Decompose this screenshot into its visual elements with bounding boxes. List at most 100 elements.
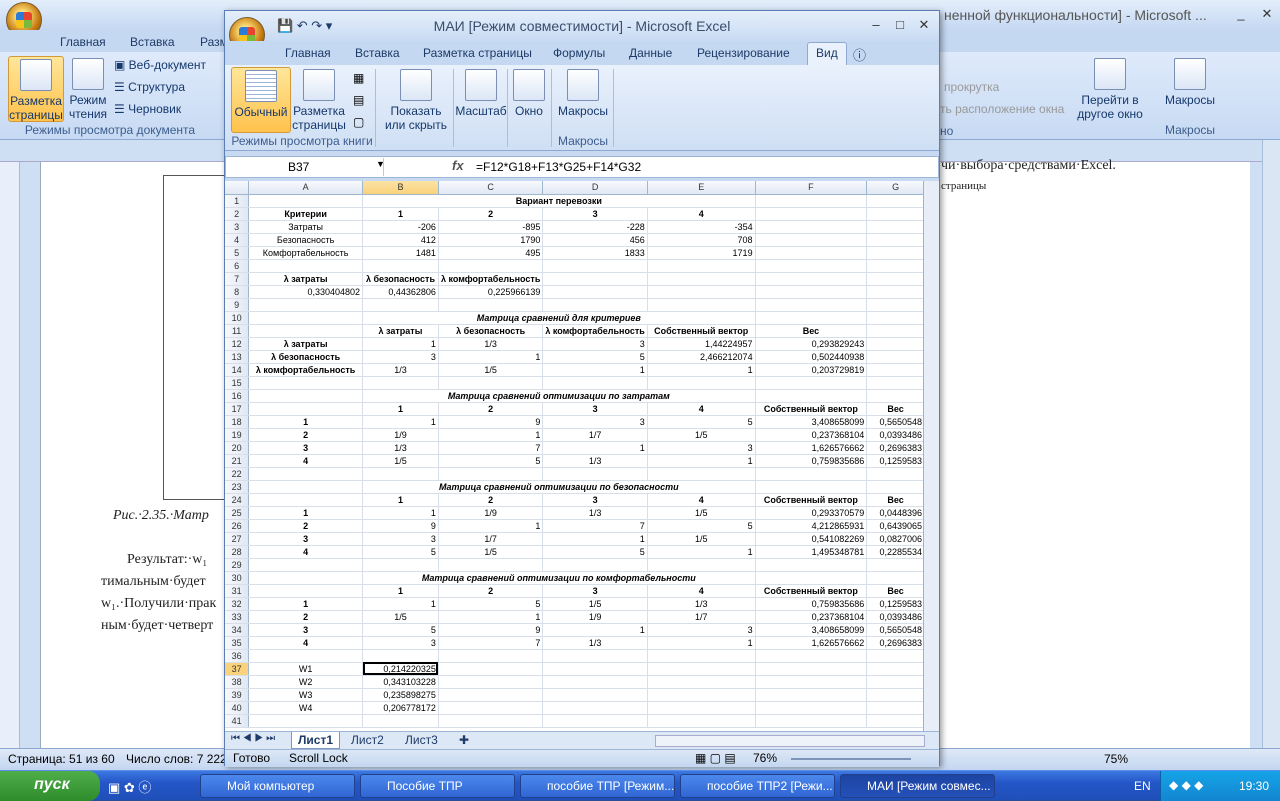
cell[interactable]: 0,330404802 xyxy=(248,285,363,299)
row-header[interactable]: 17 xyxy=(225,402,250,416)
cell[interactable] xyxy=(542,376,648,390)
cell[interactable]: 0,541082269 xyxy=(755,532,868,546)
cell[interactable]: 1/7 xyxy=(542,428,648,442)
cell[interactable]: Безопасность xyxy=(248,233,363,247)
cell[interactable]: 0,203729819 xyxy=(755,363,868,377)
cell[interactable]: λ затраты xyxy=(248,272,363,286)
row-header[interactable]: 35 xyxy=(225,636,250,650)
tab-review[interactable]: Рецензирование xyxy=(697,46,790,60)
row-header[interactable]: 29 xyxy=(225,558,250,572)
cell[interactable]: 2 xyxy=(438,402,544,416)
page-layout-view-button[interactable]: Разметка страницы xyxy=(291,69,347,133)
cell[interactable] xyxy=(866,571,925,585)
cell[interactable] xyxy=(248,480,363,494)
cell[interactable]: 1/9 xyxy=(362,428,439,442)
cell[interactable] xyxy=(755,298,868,312)
row-header[interactable]: 21 xyxy=(225,454,250,468)
row-header[interactable]: 36 xyxy=(225,649,250,663)
sheet-tab-2[interactable]: Лист2 xyxy=(345,732,390,749)
cell[interactable] xyxy=(647,714,756,728)
cell[interactable] xyxy=(866,337,925,351)
cell[interactable]: 1 xyxy=(542,363,648,377)
row-header[interactable]: 10 xyxy=(225,311,250,325)
word-reading-view-button[interactable]: Режим чтения xyxy=(66,58,110,122)
cell[interactable] xyxy=(866,272,925,286)
cell[interactable] xyxy=(755,207,868,221)
cell[interactable]: -228 xyxy=(542,220,648,234)
cell[interactable] xyxy=(362,649,439,663)
cell[interactable] xyxy=(866,259,925,273)
cell[interactable] xyxy=(866,207,925,221)
full-screen-icon[interactable]: ▢ xyxy=(353,115,364,129)
cell[interactable] xyxy=(866,311,925,325)
cell[interactable]: 3 xyxy=(542,402,648,416)
word-switch-window-button[interactable]: Перейти в другое окно xyxy=(1070,58,1150,122)
clock[interactable]: 19:30 xyxy=(1239,779,1269,793)
cell[interactable]: 0,2696383 xyxy=(866,441,925,455)
cell[interactable]: 1 xyxy=(438,428,544,442)
row-header[interactable]: 41 xyxy=(225,714,250,728)
cell[interactable] xyxy=(248,311,363,325)
cell[interactable] xyxy=(438,376,544,390)
cell[interactable] xyxy=(866,298,925,312)
row-header[interactable]: 37 xyxy=(225,662,250,676)
row-header[interactable]: 13 xyxy=(225,350,250,364)
cell[interactable] xyxy=(647,649,756,663)
cell[interactable]: 0,235898275 xyxy=(362,688,439,702)
cell[interactable] xyxy=(542,298,648,312)
row-header[interactable]: 2 xyxy=(225,207,250,221)
cell[interactable] xyxy=(755,649,868,663)
cell[interactable]: 1/7 xyxy=(647,610,756,624)
tab-insert[interactable]: Вставка xyxy=(355,46,400,60)
cell[interactable]: 0,225966139 xyxy=(438,285,544,299)
cell[interactable] xyxy=(248,649,363,663)
cell[interactable]: Матрица сравнений для критериев xyxy=(362,311,756,325)
cell[interactable] xyxy=(248,558,363,572)
cell[interactable]: 1 xyxy=(647,636,756,650)
cell[interactable] xyxy=(647,376,756,390)
word-macros-button[interactable]: Макросы xyxy=(1160,58,1220,122)
cell[interactable] xyxy=(647,688,756,702)
cell[interactable]: 3 xyxy=(362,636,439,650)
row-header[interactable]: 11 xyxy=(225,324,250,338)
cell[interactable]: 4 xyxy=(248,545,363,559)
cell[interactable]: 0,2285534 xyxy=(866,545,925,559)
cell[interactable]: Вариант перевозки xyxy=(362,194,756,208)
cell[interactable]: W1 xyxy=(248,662,363,676)
normal-view-button[interactable]: Обычный xyxy=(231,67,291,133)
row-header[interactable]: 23 xyxy=(225,480,250,494)
cell[interactable] xyxy=(248,584,363,598)
taskbar-button-word2[interactable]: пособие ТПР2 [Режи... xyxy=(680,774,835,798)
cell[interactable] xyxy=(438,701,544,715)
word-close-button[interactable]: ✕ xyxy=(1256,6,1278,22)
word-page-count[interactable]: Страница: 51 из 60 xyxy=(8,752,115,766)
cell[interactable] xyxy=(755,246,868,260)
cell[interactable]: 1 xyxy=(542,532,648,546)
cell[interactable] xyxy=(866,688,925,702)
cell[interactable]: 3,408658099 xyxy=(755,623,868,637)
cell[interactable]: 2 xyxy=(438,493,544,507)
cell[interactable] xyxy=(866,285,925,299)
cell[interactable] xyxy=(755,285,868,299)
show-hide-button[interactable]: Показать или скрыть xyxy=(379,69,453,145)
row-header[interactable]: 26 xyxy=(225,519,250,533)
name-box[interactable]: B37 xyxy=(228,158,384,176)
cell[interactable]: 0,343103228 xyxy=(362,675,439,689)
cell[interactable]: 1/7 xyxy=(438,532,544,546)
cell[interactable] xyxy=(542,649,648,663)
cell[interactable] xyxy=(248,324,363,338)
cell[interactable] xyxy=(542,285,648,299)
cell[interactable]: 0,293829243 xyxy=(755,337,868,351)
cell[interactable]: 0,759835686 xyxy=(755,597,868,611)
row-header[interactable]: 15 xyxy=(225,376,250,390)
cell[interactable]: 5 xyxy=(438,597,544,611)
cell[interactable]: 0,237368104 xyxy=(755,428,868,442)
cell[interactable]: 1/5 xyxy=(438,363,544,377)
cell[interactable] xyxy=(755,662,868,676)
row-header[interactable]: 5 xyxy=(225,246,250,260)
row-header[interactable]: 6 xyxy=(225,259,250,273)
cell[interactable]: 2 xyxy=(438,207,544,221)
cell[interactable]: W4 xyxy=(248,701,363,715)
word-tab-insert[interactable]: Вставка xyxy=(130,35,175,49)
cell[interactable]: Собственный вектор xyxy=(755,493,868,507)
